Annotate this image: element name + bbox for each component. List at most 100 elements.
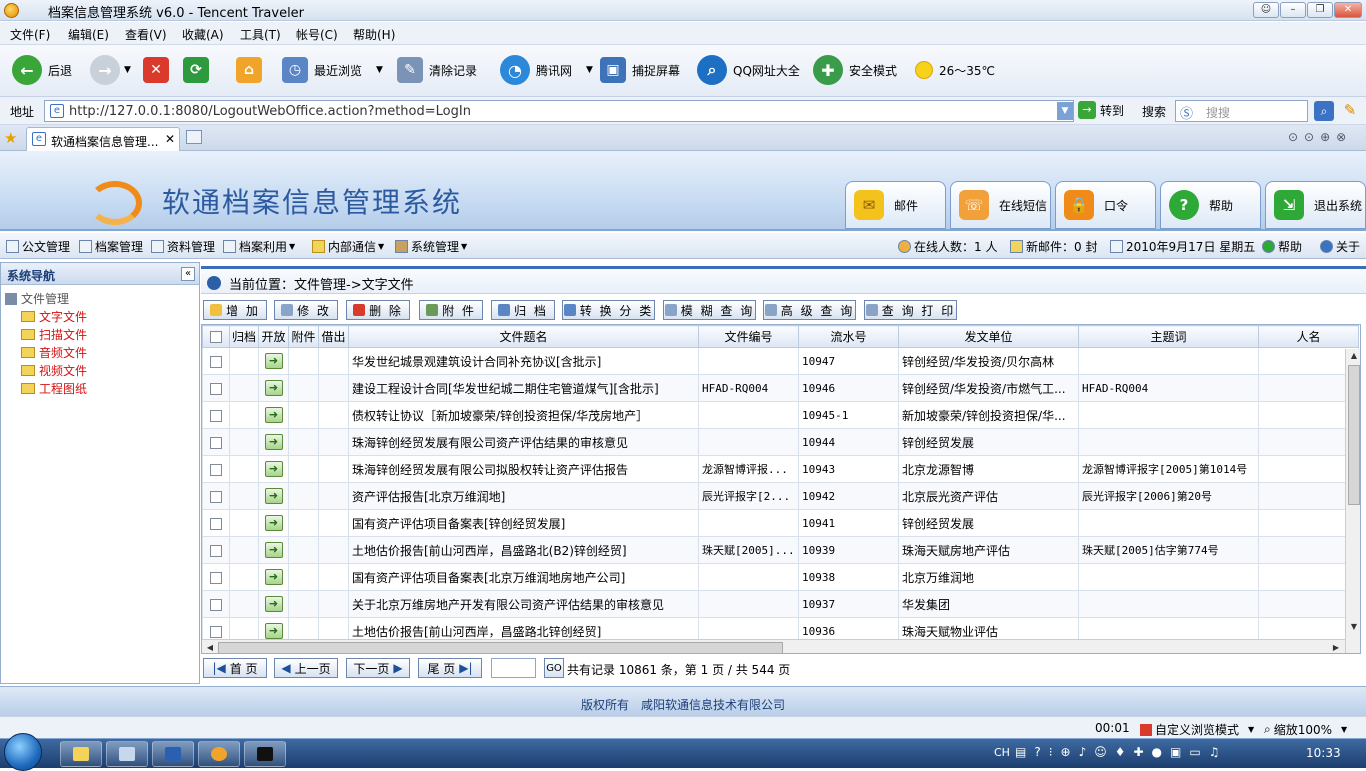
mail-button[interactable]: ✉ 邮件 <box>845 181 946 229</box>
open-cell[interactable]: ➜ <box>258 374 289 402</box>
pen-icon[interactable]: ✎ <box>1340 101 1360 121</box>
nav-archives[interactable]: 档案管理 <box>79 238 143 255</box>
col-issuer[interactable]: 发文单位 <box>898 325 1079 348</box>
tab-controls-icon[interactable]: ⊙⊙⊕⊗ <box>1288 130 1352 144</box>
taskbar-word[interactable] <box>152 741 194 767</box>
horizontal-scrollbar[interactable]: ◀ ▶ <box>202 639 1345 653</box>
row-checkbox[interactable] <box>210 571 222 584</box>
title-cell[interactable]: 关于北京万维房地产开发有限公司资产评估结果的审核意见 <box>348 590 699 618</box>
open-file-icon[interactable]: ➜ <box>264 434 283 450</box>
taskbar-clock[interactable]: 10:33 <box>1306 746 1341 760</box>
tree-root[interactable]: 文件管理 <box>5 290 69 307</box>
title-cell[interactable]: 珠海锌创经贸发展有限公司拟股权转让资产评估报告 <box>348 455 699 483</box>
row-checkbox-cell[interactable] <box>202 563 230 591</box>
col-keywords[interactable]: 主题词 <box>1078 325 1259 348</box>
table-row[interactable]: ➜ 国有资产评估项目备案表[北京万维润地房地产公司] 10938 北京万维润地 <box>202 563 1359 591</box>
delete-button[interactable]: 删 除 <box>346 300 410 320</box>
sidebar-item-scanned-files[interactable]: 扫描文件 <box>21 326 87 343</box>
open-file-icon[interactable]: ➜ <box>264 515 283 531</box>
page-number-input[interactable] <box>491 658 536 678</box>
table-row[interactable]: ➜ 建设工程设计合同[华发世纪城二期住宅管道煤气][含批示] HFAD-RQ004 1… <box>202 374 1359 402</box>
nav-internal-comm[interactable]: 内部通信 ▼ <box>312 238 384 255</box>
chat-icon[interactable]: ☺ <box>1253 2 1279 18</box>
open-cell[interactable]: ➜ <box>258 401 289 429</box>
url-dropdown-icon[interactable]: ▼ <box>1057 102 1073 120</box>
collapse-sidebar-icon[interactable]: « <box>181 267 195 281</box>
row-checkbox[interactable] <box>210 625 222 638</box>
tab-archive-system[interactable]: e 软通档案信息管理... ✕ <box>26 127 180 151</box>
menu-edit[interactable]: 编辑(E) <box>68 26 109 43</box>
col-serial[interactable]: 流水号 <box>798 325 899 348</box>
title-cell[interactable]: 建设工程设计合同[华发世纪城二期住宅管道煤气][含批示] <box>348 374 699 402</box>
browse-mode-dropdown[interactable]: 自定义浏览模式 ▼ <box>1140 721 1254 738</box>
capture-screen-button[interactable]: ▣ 捕捉屏幕 <box>600 53 680 87</box>
open-file-icon[interactable]: ➜ <box>264 596 283 612</box>
open-cell[interactable]: ➜ <box>258 509 289 537</box>
logout-button[interactable]: ⇲ 退出系统 <box>1265 181 1366 229</box>
menu-tools[interactable]: 工具(T) <box>240 26 281 43</box>
advanced-search-button[interactable]: 高 级 查 询 <box>763 300 856 320</box>
scroll-right-icon[interactable]: ▶ <box>1329 641 1343 653</box>
menu-favorites[interactable]: 收藏(A) <box>182 26 224 43</box>
fuzzy-search-button[interactable]: 模 糊 查 询 <box>663 300 756 320</box>
col-archived[interactable]: 归档 <box>229 325 259 348</box>
open-file-icon[interactable]: ➜ <box>264 407 283 423</box>
taskbar-app2[interactable] <box>106 741 148 767</box>
start-button[interactable] <box>4 733 42 771</box>
taskbar-cmd[interactable] <box>244 741 286 767</box>
table-row[interactable]: ➜ 债权转让协议［新加坡豪荣/锌创投资担保/华茂房地产］ 10945-1 新加坡豪荣/… <box>202 401 1359 429</box>
stop-button[interactable]: ✕ <box>143 53 169 87</box>
row-checkbox[interactable] <box>210 355 222 368</box>
convert-category-button[interactable]: 转 换 分 类 <box>562 300 655 320</box>
open-file-icon[interactable]: ➜ <box>264 488 283 504</box>
safe-mode-button[interactable]: ✚ 安全模式 <box>813 53 897 87</box>
title-cell[interactable]: 土地估价报告[前山河西岸，昌盛路北(B2)锌创经贸] <box>348 536 699 564</box>
open-file-icon[interactable]: ➜ <box>264 461 283 477</box>
open-file-icon[interactable]: ➜ <box>264 353 283 369</box>
sidebar-item-video-files[interactable]: 视频文件 <box>21 362 87 379</box>
open-cell[interactable]: ➜ <box>258 590 289 618</box>
row-checkbox[interactable] <box>210 598 222 611</box>
open-cell[interactable]: ➜ <box>258 536 289 564</box>
nav-system[interactable]: 系统管理 ▼ <box>395 238 467 255</box>
prev-page-button[interactable]: ◀ 上一页 <box>274 658 338 678</box>
add-button[interactable]: 增 加 <box>203 300 267 320</box>
favorites-star-icon[interactable]: ★ <box>4 129 17 147</box>
url-input[interactable]: e http://127.0.0.1:8080/LogoutWebOffice.… <box>44 100 1074 122</box>
archive-button[interactable]: 归 档 <box>491 300 555 320</box>
row-checkbox-cell[interactable] <box>202 536 230 564</box>
title-cell[interactable]: 国有资产评估项目备案表[锌创经贸发展] <box>348 509 699 537</box>
open-file-icon[interactable]: ➜ <box>264 623 283 639</box>
row-checkbox-cell[interactable] <box>202 374 230 402</box>
select-all-checkbox[interactable] <box>210 331 222 343</box>
close-window-button[interactable]: ✕ <box>1334 2 1362 18</box>
new-mail-count[interactable]: 新邮件：0 封 <box>1010 238 1097 255</box>
close-tab-icon[interactable]: ✕ <box>165 132 175 146</box>
first-page-button[interactable]: |◀ 首 页 <box>203 658 267 678</box>
col-open[interactable]: 开放 <box>258 325 289 348</box>
clear-history-button[interactable]: ✎ 清除记录 <box>397 53 477 87</box>
restore-button[interactable]: ❐ <box>1307 2 1333 18</box>
minimize-button[interactable]: – <box>1280 2 1306 18</box>
col-lent[interactable]: 借出 <box>318 325 349 348</box>
title-cell[interactable]: 国有资产评估项目备案表[北京万维润地房地产公司] <box>348 563 699 591</box>
nav-about[interactable]: 关于 <box>1320 238 1360 255</box>
new-tab-icon[interactable] <box>186 130 202 144</box>
search-print-button[interactable]: 查 询 打 印 <box>864 300 957 320</box>
attachment-button[interactable]: 附 件 <box>419 300 483 320</box>
qq-sites-button[interactable]: ⌕ QQ网址大全 <box>697 53 800 87</box>
open-cell[interactable]: ➜ <box>258 347 289 375</box>
table-row[interactable]: ➜ 关于北京万维房地产开发有限公司资产评估结果的审核意见 10937 华发集团 <box>202 590 1359 618</box>
row-checkbox[interactable] <box>210 517 222 530</box>
last-page-button[interactable]: 尾 页 ▶| <box>418 658 482 678</box>
menu-view[interactable]: 查看(V) <box>125 26 167 43</box>
row-checkbox-cell[interactable] <box>202 509 230 537</box>
vertical-scrollbar[interactable]: ▲ ▼ <box>1345 349 1360 653</box>
open-cell[interactable]: ➜ <box>258 455 289 483</box>
menu-account[interactable]: 帐号(C) <box>296 26 338 43</box>
row-checkbox-cell[interactable] <box>202 455 230 483</box>
row-checkbox-cell[interactable] <box>202 428 230 456</box>
table-row[interactable]: ➜ 华发世纪城景观建筑设计合同补充协议[含批示] 10947 锌创经贸/华发投资/贝尔… <box>202 347 1359 375</box>
nav-help[interactable]: 帮助 <box>1262 238 1302 255</box>
nav-archive-use[interactable]: 档案利用 ▼ <box>223 238 295 255</box>
